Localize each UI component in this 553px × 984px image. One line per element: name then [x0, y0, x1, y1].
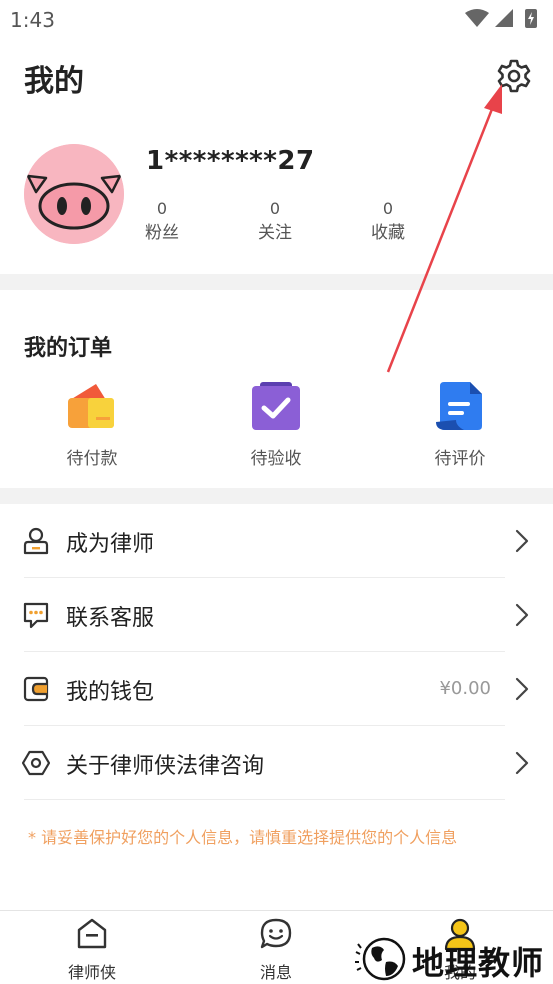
status-time: 1:43: [10, 8, 55, 32]
tab-messages[interactable]: 消息: [236, 917, 316, 983]
checkbox-icon: [252, 382, 300, 430]
avatar[interactable]: [24, 144, 124, 244]
page-title: 我的: [24, 64, 84, 99]
stat-favorites[interactable]: 0 收藏: [358, 198, 418, 246]
menu-label: 关于律师侠法律咨询: [66, 754, 265, 779]
menu-label: 我的钱包: [66, 680, 155, 705]
stat-label: 粉丝: [145, 223, 179, 243]
menu-item-become-lawyer[interactable]: 成为律师: [0, 504, 553, 578]
menu-label: 成为律师: [66, 532, 155, 557]
stat-value: 0: [382, 199, 394, 218]
chevron-right-icon: [515, 603, 529, 627]
status-icons: [465, 9, 537, 28]
order-label: 待付款: [66, 449, 118, 469]
watermark-text: 地理教师: [412, 944, 545, 982]
order-label: 待评价: [434, 449, 486, 469]
privacy-note: * 请妥善保护好您的个人信息，请慎重选择提供您的个人信息: [28, 828, 458, 847]
order-pending-acceptance[interactable]: 待验收: [216, 380, 336, 469]
tab-label: 消息: [259, 963, 292, 982]
user-badge-icon: [23, 527, 49, 555]
stat-following[interactable]: 0 关注: [245, 198, 305, 246]
document-icon: [436, 382, 482, 430]
order-label: 待验收: [250, 449, 302, 469]
divider: [24, 799, 505, 800]
wifi-icon: [465, 9, 489, 27]
chevron-right-icon: [515, 677, 529, 701]
pig-face-icon: [24, 144, 124, 244]
wallet-balance: ¥0.00: [439, 678, 491, 699]
wallet-card-icon: [68, 384, 114, 428]
home-icon: [77, 918, 107, 949]
watermark: 地理教师: [350, 936, 550, 982]
wallet-icon: [23, 676, 49, 702]
menu-list: 成为律师 联系客服 我的钱包 ¥0.00 关于律师侠法律咨询 * 请妥善保护好您…: [0, 504, 553, 910]
chat-bubble-icon: [23, 602, 49, 629]
menu-item-wallet[interactable]: 我的钱包 ¥0.00: [0, 652, 553, 726]
profile-header: 我的 1********27 0 粉丝 0 关注 0 收藏: [0, 38, 553, 274]
username[interactable]: 1********27: [146, 146, 315, 176]
stat-label: 收藏: [371, 223, 405, 243]
message-icon: [260, 918, 292, 949]
hexagon-icon: [22, 750, 50, 776]
stat-fans[interactable]: 0 粉丝: [132, 198, 192, 246]
orders-section: 我的订单 待付款 待验收 待评价: [0, 290, 553, 488]
order-pending-payment[interactable]: 待付款: [32, 380, 152, 469]
status-bar: 1:43: [0, 0, 553, 38]
chevron-right-icon: [515, 751, 529, 775]
signal-icon: [495, 9, 513, 27]
tab-home[interactable]: 律师侠: [52, 917, 132, 983]
order-pending-review[interactable]: 待评价: [400, 380, 520, 469]
settings-gear-icon[interactable]: [496, 58, 532, 94]
stat-value: 0: [269, 199, 281, 218]
orders-title: 我的订单: [24, 336, 113, 361]
chevron-right-icon: [515, 529, 529, 553]
stat-value: 0: [156, 199, 168, 218]
menu-label: 联系客服: [66, 606, 155, 631]
tab-label: 律师侠: [67, 963, 116, 982]
menu-item-about[interactable]: 关于律师侠法律咨询: [0, 726, 553, 800]
menu-item-contact-support[interactable]: 联系客服: [0, 578, 553, 652]
stat-label: 关注: [258, 223, 292, 243]
globe-logo-icon: [350, 936, 408, 982]
